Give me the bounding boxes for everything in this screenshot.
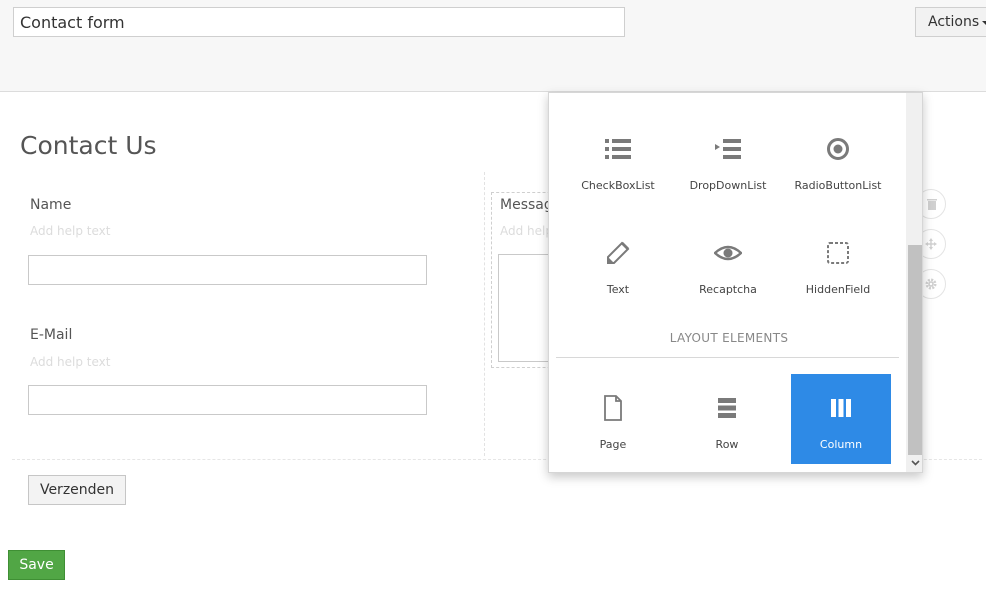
palette-item-checkboxlist[interactable]: CheckBoxList bbox=[568, 115, 668, 205]
name-help-text[interactable]: Add help text bbox=[30, 224, 110, 238]
page-icon bbox=[604, 395, 622, 421]
name-input[interactable] bbox=[28, 255, 427, 285]
eye-icon bbox=[714, 245, 742, 261]
message-label: Messag bbox=[500, 197, 553, 213]
scrollbar-thumb[interactable] bbox=[908, 245, 922, 455]
dropdown-list-icon bbox=[715, 139, 741, 159]
email-label: E-Mail bbox=[30, 327, 73, 343]
section-divider bbox=[556, 357, 899, 358]
gear-icon bbox=[925, 278, 937, 290]
scroll-down-arrow[interactable] bbox=[910, 458, 920, 468]
palette-item-label: DropDownList bbox=[689, 179, 767, 192]
dashed-square-icon bbox=[827, 242, 849, 264]
submit-button[interactable]: Verzenden bbox=[28, 475, 126, 505]
move-icon bbox=[925, 238, 937, 250]
row-icon bbox=[718, 398, 736, 418]
email-help-text[interactable]: Add help text bbox=[30, 355, 110, 369]
caret-down-icon bbox=[982, 21, 986, 25]
palette-item-label: Text bbox=[606, 283, 630, 296]
page-title: Contact Us bbox=[20, 131, 157, 160]
palette-item-text[interactable]: Text bbox=[568, 219, 668, 309]
layout-elements-heading: LAYOUT ELEMENTS bbox=[669, 331, 789, 345]
form-title-input[interactable] bbox=[13, 7, 625, 37]
palette-item-recaptcha[interactable]: Recaptcha bbox=[678, 219, 778, 309]
actions-label: Actions bbox=[928, 14, 980, 30]
actions-button[interactable]: Actions bbox=[915, 7, 986, 37]
palette-item-label: Recaptcha bbox=[699, 283, 757, 296]
column-divider bbox=[484, 172, 485, 456]
columns-icon bbox=[831, 399, 851, 417]
save-button[interactable]: Save bbox=[8, 550, 65, 580]
top-bar: Actions bbox=[0, 0, 986, 92]
palette-item-hiddenfield[interactable]: HiddenField bbox=[788, 219, 888, 309]
palette-item-label: CheckBoxList bbox=[581, 179, 655, 192]
palette-item-label: Page bbox=[599, 438, 627, 451]
palette-item-dropdownlist[interactable]: DropDownList bbox=[678, 115, 778, 205]
palette-item-label: RadioButtonList bbox=[794, 179, 882, 192]
radio-icon bbox=[827, 138, 849, 160]
list-icon bbox=[605, 139, 631, 159]
palette-item-column[interactable]: Column bbox=[791, 374, 891, 464]
palette-item-row[interactable]: Row bbox=[677, 374, 777, 464]
palette-item-label: Column bbox=[819, 438, 863, 451]
pencil-icon bbox=[607, 241, 630, 264]
trash-icon bbox=[927, 199, 937, 210]
message-help-text[interactable]: Add help bbox=[500, 224, 553, 238]
name-label: Name bbox=[30, 197, 72, 213]
palette-item-label: Row bbox=[715, 438, 739, 451]
palette-item-label: HiddenField bbox=[805, 283, 871, 296]
chevron-down-icon bbox=[910, 460, 920, 466]
email-input[interactable] bbox=[28, 385, 427, 415]
palette-item-radiobuttonlist[interactable]: RadioButtonList bbox=[788, 115, 888, 205]
palette-item-page[interactable]: Page bbox=[563, 374, 663, 464]
element-palette-dropdown[interactable]: CheckBoxList DropDownList RadioButtonLis… bbox=[548, 92, 923, 473]
